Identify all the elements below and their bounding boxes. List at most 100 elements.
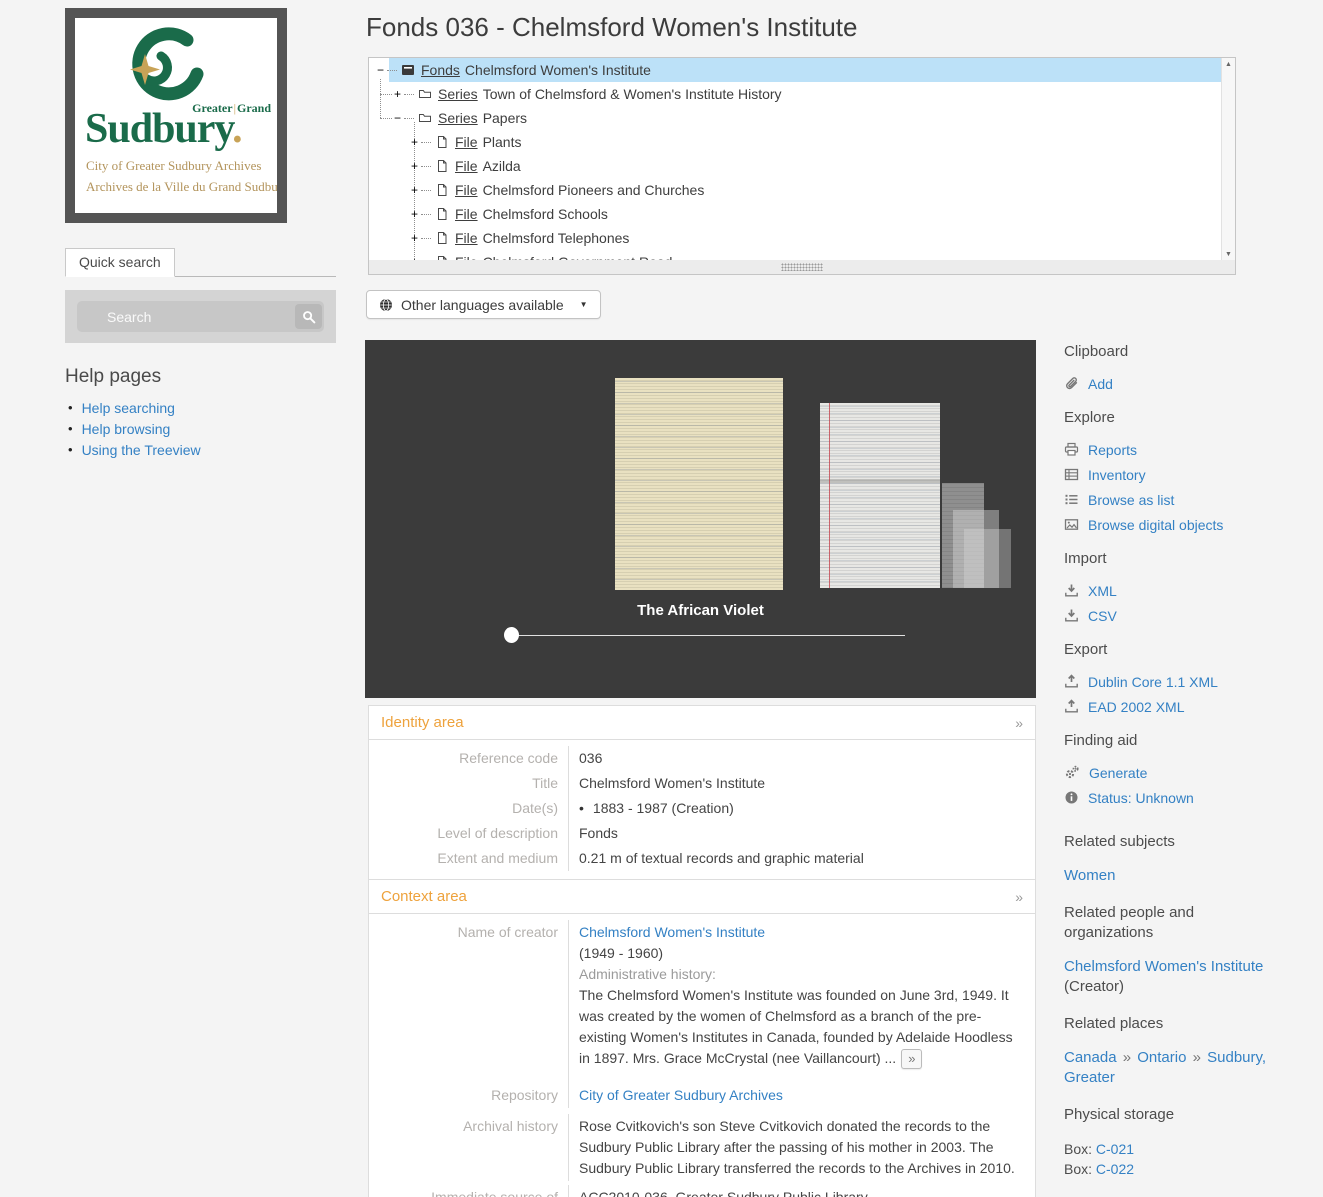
- tree-level-link[interactable]: Fonds: [421, 62, 460, 78]
- using-treeview-link[interactable]: Using the Treeview: [82, 443, 201, 457]
- tree-level-link[interactable]: Series: [438, 110, 478, 126]
- tree-level-link[interactable]: File: [455, 134, 478, 150]
- scroll-down-icon[interactable]: ▼: [1222, 251, 1235, 258]
- export-dublin-core-link[interactable]: Dublin Core 1.1 XML: [1088, 675, 1218, 689]
- tree-item-title[interactable]: Town of Chelmsford & Women's Institute H…: [483, 86, 782, 102]
- archives-logo-inner: Greater|Grand Sudbury. City of Greater S…: [75, 18, 277, 213]
- section-chevrons-icon[interactable]: »: [1015, 715, 1023, 731]
- clipboard-heading: Clipboard: [1064, 342, 1282, 362]
- section-title: Context area: [381, 888, 467, 905]
- other-languages-button[interactable]: Other languages available ▼: [366, 290, 601, 319]
- finding-aid-status-link[interactable]: Status: Unknown: [1088, 791, 1194, 805]
- expand-icon[interactable]: +: [409, 185, 420, 196]
- digital-object-viewer: The African Violet: [365, 340, 1036, 698]
- tree-row-file[interactable]: + File Azilda: [369, 154, 1222, 178]
- collapse-icon[interactable]: −: [392, 113, 403, 124]
- place-ontario-link[interactable]: Ontario: [1137, 1049, 1186, 1066]
- related-places-breadcrumb: Canada » Ontario » Sudbury, Greater: [1064, 1048, 1279, 1088]
- field-label: Date(s): [369, 796, 568, 821]
- info-icon: [1064, 790, 1079, 805]
- search-input[interactable]: [77, 301, 324, 332]
- tree-row-file[interactable]: + File Plants: [369, 130, 1222, 154]
- logo-grand: Grand: [237, 101, 271, 115]
- help-browsing-link[interactable]: Help browsing: [82, 422, 171, 436]
- field-row: Repository City of Greater Sudbury Archi…: [369, 1083, 1035, 1114]
- import-csv-link[interactable]: CSV: [1088, 609, 1117, 623]
- related-creator-link[interactable]: Chelmsford Women's Institute: [1064, 958, 1263, 975]
- place-canada-link[interactable]: Canada: [1064, 1049, 1117, 1066]
- tree-row-series[interactable]: − Series Papers: [369, 106, 1222, 130]
- file-icon: [435, 207, 449, 221]
- image-icon: [1064, 517, 1079, 532]
- treeview-resize-handle[interactable]: [368, 260, 1236, 275]
- export-section: Export Dublin Core 1.1 XML EAD 2002 XML: [1064, 640, 1319, 714]
- expand-icon[interactable]: +: [409, 137, 420, 148]
- tree-item-title[interactable]: Chelmsford Schools: [483, 206, 608, 222]
- creator-link[interactable]: Chelmsford Women's Institute: [579, 924, 765, 940]
- tree-row-series[interactable]: + Series Town of Chelmsford & Women's In…: [369, 82, 1222, 106]
- expand-icon[interactable]: +: [409, 161, 420, 172]
- tree-row-file[interactable]: + File Chelmsford Pioneers and Churches: [369, 178, 1222, 202]
- bullet-icon: •: [68, 443, 73, 457]
- search-button[interactable]: [295, 304, 322, 329]
- tree-level-link[interactable]: File: [455, 230, 478, 246]
- tree-connector: [404, 118, 414, 119]
- tree-row-fonds[interactable]: − Fonds Chelmsford Women's Institute: [369, 58, 1222, 82]
- expand-icon[interactable]: +: [409, 209, 420, 220]
- tree-connector: [421, 190, 431, 191]
- import-xml-link[interactable]: XML: [1088, 584, 1117, 598]
- tree-item-title[interactable]: Chelmsford Pioneers and Churches: [483, 182, 705, 198]
- help-searching-link[interactable]: Help searching: [82, 401, 175, 415]
- repository-value: City of Greater Sudbury Archives: [568, 1083, 1035, 1108]
- read-more-button[interactable]: »: [901, 1049, 922, 1069]
- carousel-slider-track[interactable]: [512, 635, 905, 636]
- box-c021-link[interactable]: C-021: [1096, 1141, 1134, 1157]
- tree-level-link[interactable]: File: [455, 158, 478, 174]
- expand-icon[interactable]: +: [409, 233, 420, 244]
- file-icon: [435, 159, 449, 173]
- collapse-icon[interactable]: −: [375, 65, 386, 76]
- logo-tagline-en: City of Greater Sudbury Archives: [86, 158, 261, 174]
- box-c022-link[interactable]: C-022: [1096, 1161, 1134, 1177]
- expand-icon[interactable]: +: [392, 89, 403, 100]
- inventory-link[interactable]: Inventory: [1088, 468, 1146, 482]
- import-heading: Import: [1064, 549, 1282, 569]
- quick-search-tab[interactable]: Quick search: [65, 248, 175, 277]
- field-label: Immediate source of acquisition or trans…: [369, 1185, 568, 1197]
- field-label: Title: [369, 771, 568, 796]
- tree-item-title[interactable]: Azilda: [483, 158, 521, 174]
- repository-link[interactable]: City of Greater Sudbury Archives: [579, 1087, 783, 1103]
- tree-item-title[interactable]: Plants: [483, 134, 522, 150]
- document-thumbnail-2[interactable]: [820, 403, 940, 588]
- treeview-scrollbar[interactable]: ▲ ▼: [1221, 58, 1235, 261]
- export-ead-link[interactable]: EAD 2002 XML: [1088, 700, 1185, 714]
- section-chevrons-icon[interactable]: »: [1015, 889, 1023, 905]
- field-row: Date(s) •1883 - 1987 (Creation): [369, 796, 1035, 821]
- generate-finding-aid-link[interactable]: Generate: [1089, 766, 1147, 780]
- tree-connector: [404, 94, 414, 95]
- archival-history-value: Rose Cvitkovich's son Steve Cvitkovich d…: [568, 1114, 1035, 1181]
- tree-item-title[interactable]: Chelmsford Women's Institute: [465, 62, 651, 78]
- identity-fields: Reference code 036 Title Chelmsford Wome…: [369, 740, 1035, 879]
- tree-connector: [380, 118, 392, 119]
- tree-item-title[interactable]: Papers: [483, 110, 527, 126]
- related-people-entry: Chelmsford Women's Institute (Creator): [1064, 957, 1279, 997]
- tree-item-title[interactable]: Chelmsford Telephones: [483, 230, 630, 246]
- grip-dots-icon: [781, 263, 823, 271]
- tree-row-file[interactable]: + File Chelmsford Schools: [369, 202, 1222, 226]
- dates-value: •1883 - 1987 (Creation): [568, 796, 1035, 821]
- carousel-slider-handle[interactable]: [504, 627, 519, 643]
- tree-row-file[interactable]: + File Chelmsford Telephones: [369, 226, 1222, 250]
- document-thumbnail-1[interactable]: [615, 378, 783, 590]
- browse-digital-objects-link[interactable]: Browse digital objects: [1088, 518, 1223, 532]
- tree-level-link[interactable]: Series: [438, 86, 478, 102]
- export-heading: Export: [1064, 640, 1282, 660]
- subject-women-link[interactable]: Women: [1064, 866, 1279, 886]
- scroll-up-icon[interactable]: ▲: [1222, 61, 1235, 68]
- clipboard-add-link[interactable]: Add: [1088, 377, 1113, 391]
- browse-as-list-link[interactable]: Browse as list: [1088, 493, 1174, 507]
- reports-link[interactable]: Reports: [1088, 443, 1137, 457]
- description-area: Identity area » Reference code 036 Title…: [368, 705, 1036, 1197]
- tree-level-link[interactable]: File: [455, 206, 478, 222]
- tree-level-link[interactable]: File: [455, 182, 478, 198]
